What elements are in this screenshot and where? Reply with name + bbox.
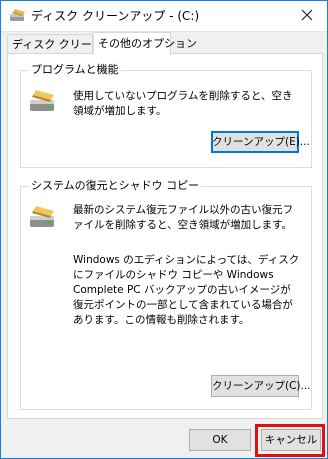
- cancel-highlight-box: [255, 424, 325, 457]
- restore-cleanup-button[interactable]: クリーンアップ(C)...: [211, 375, 311, 397]
- programs-group: プログラムと機能 使用していないプログラムを削除すると、空き領域が増加します。 …: [20, 63, 312, 168]
- programs-group-title: プログラムと機能: [29, 63, 121, 77]
- restore-group: システムの復元とシャドウ コピー 最新のシステム復元ファイル以外の古い復元ファイ…: [20, 179, 312, 410]
- tab-disk-cleanup[interactable]: ディスク クリーンアップ: [7, 34, 135, 53]
- programs-cleanup-button[interactable]: クリーンアップ(E)...: [211, 131, 310, 153]
- restore-group-title: システムの復元とシャドウ コピー: [29, 179, 202, 193]
- close-button[interactable]: [295, 4, 319, 26]
- disk-cleanup-dialog: ディスク クリーンアップ - (C:) ディスク クリーンアップ その他のオプシ…: [0, 0, 328, 459]
- system-restore-icon: [27, 203, 59, 231]
- programs-description: 使用していないプログラムを削除すると、空き領域が増加します。: [73, 90, 293, 117]
- restore-description: 最新のシステム復元ファイル以外の古い復元ファイルを削除すると、空き領域が増加しま…: [73, 204, 294, 231]
- disk-cleanup-icon: [9, 8, 27, 24]
- title-bar: ディスク クリーンアップ - (C:): [1, 1, 327, 32]
- ok-button[interactable]: OK: [189, 429, 251, 451]
- programs-icon: [27, 87, 59, 115]
- close-icon: [301, 9, 313, 21]
- tab-panel: プログラムと機能 使用していないプログラムを削除すると、空き領域が増加します。 …: [7, 53, 323, 419]
- restore-note: Windows のエディションによっては、ディスクにファイルのシャドウ コピーや…: [73, 254, 300, 326]
- window-title: ディスク クリーンアップ - (C:): [31, 9, 200, 23]
- tab-strip: ディスク クリーンアップ その他のオプション: [7, 32, 323, 55]
- tab-more-options[interactable]: その他のオプション: [93, 32, 197, 55]
